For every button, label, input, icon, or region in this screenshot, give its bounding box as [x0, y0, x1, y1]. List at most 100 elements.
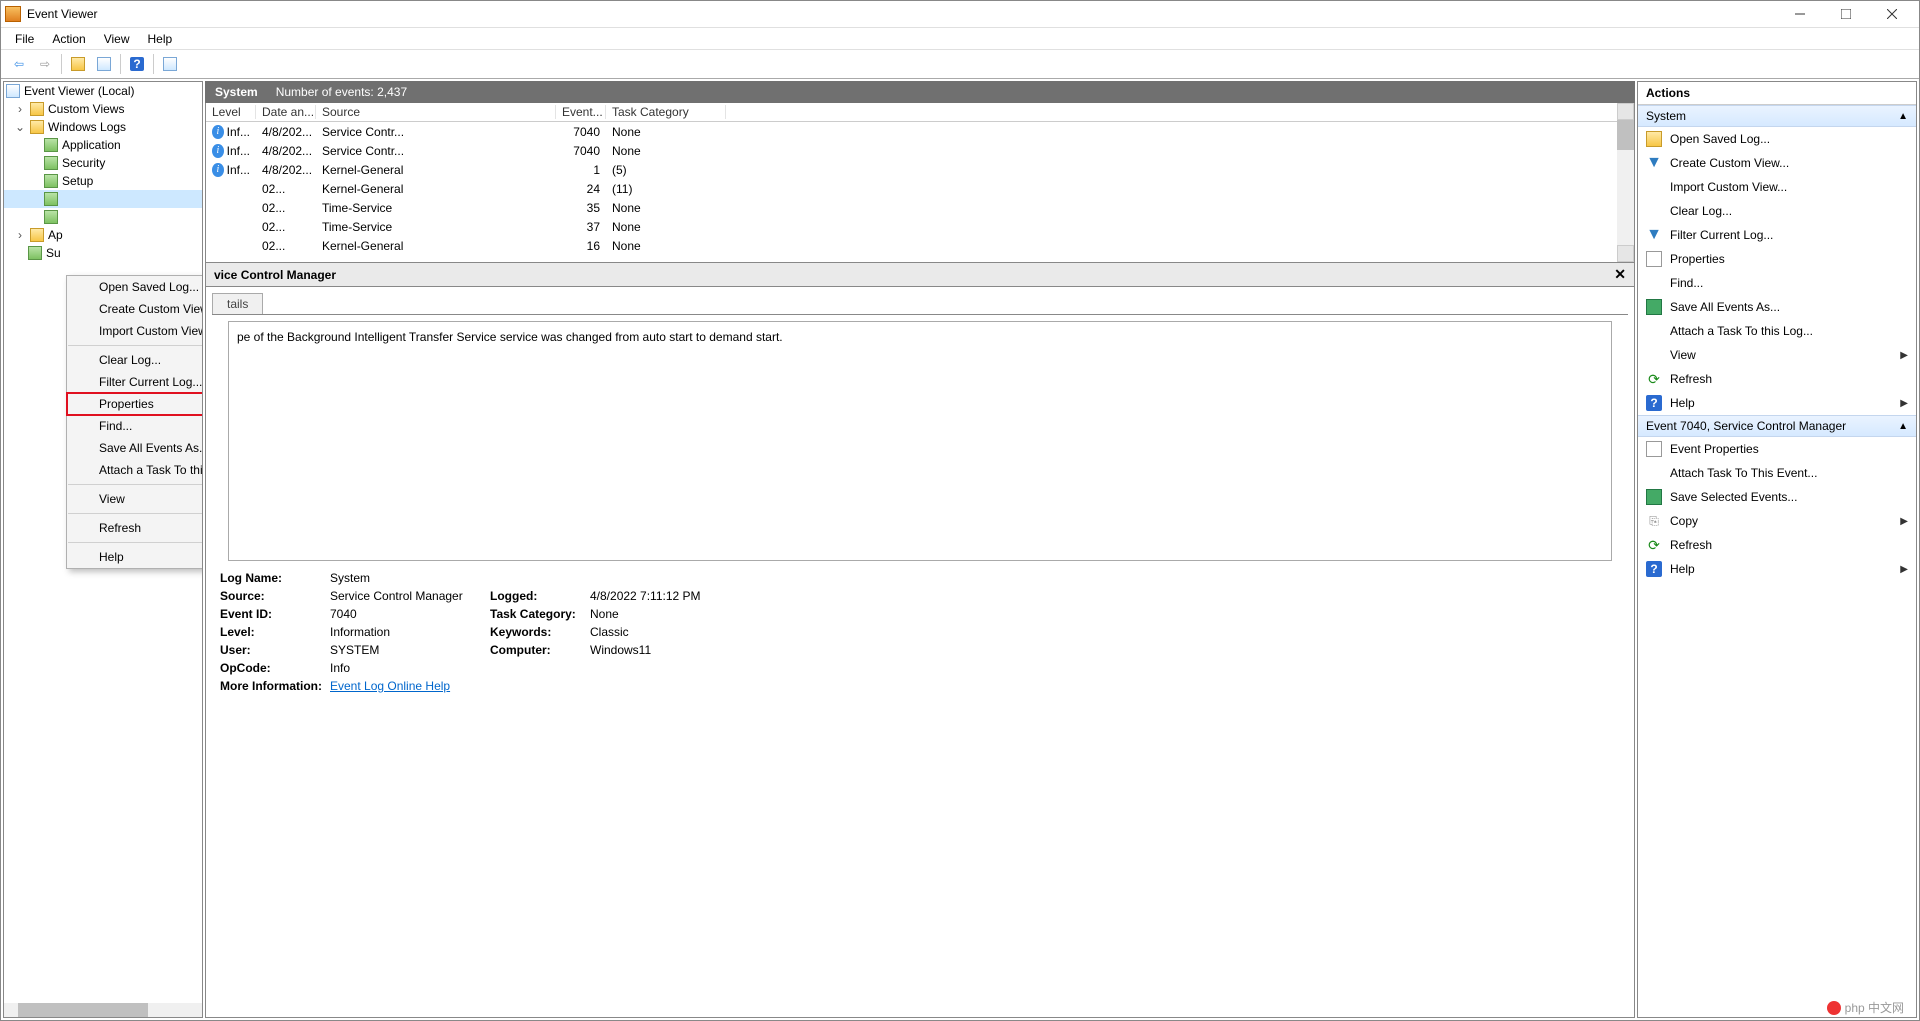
tree-pane[interactable]: Event Viewer (Local) ›Custom Views ⌄Wind…: [3, 81, 203, 1018]
tab-details[interactable]: tails: [212, 293, 263, 314]
layout-button[interactable]: [158, 52, 182, 76]
online-help-link[interactable]: Event Log Online Help: [330, 679, 450, 693]
action-refresh[interactable]: ⟳Refresh: [1638, 367, 1916, 391]
help-icon: ?: [1646, 395, 1662, 411]
tree-horizontal-scrollbar[interactable]: [4, 1003, 202, 1017]
kv-key: User:: [220, 643, 330, 657]
tree-custom-views[interactable]: ›Custom Views: [4, 100, 202, 118]
event-row[interactable]: iInf...4/8/202...Service Contr...7040Non…: [206, 141, 1617, 160]
col-date[interactable]: Date an...: [256, 105, 316, 119]
event-row[interactable]: 02...Kernel-General16None: [206, 236, 1617, 255]
kv-val: Classic: [590, 625, 790, 639]
actions-section-system[interactable]: System▲: [1638, 105, 1916, 127]
titlebar[interactable]: Event Viewer: [1, 1, 1919, 27]
cell-eventid: 16: [556, 239, 606, 253]
action-help[interactable]: ?Help▶: [1638, 557, 1916, 581]
ctx-separator: [68, 542, 203, 543]
action-refresh[interactable]: ⟳Refresh: [1638, 533, 1916, 557]
ctx-clear-log[interactable]: Clear Log...: [67, 349, 203, 371]
event-row[interactable]: iInf...4/8/202...Kernel-General1(5): [206, 160, 1617, 179]
collapse-icon[interactable]: ▲: [1898, 111, 1908, 122]
event-message-box[interactable]: pe of the Background Intelligent Transfe…: [228, 321, 1612, 561]
action-properties[interactable]: Properties: [1638, 247, 1916, 271]
ctx-save-all-events[interactable]: Save All Events As...: [67, 437, 203, 459]
grid-vertical-scrollbar[interactable]: [1617, 103, 1634, 262]
action-help[interactable]: ?Help▶: [1638, 391, 1916, 415]
show-tree-button[interactable]: [66, 52, 90, 76]
scrollbar-thumb[interactable]: [18, 1003, 148, 1017]
tree-applications-services[interactable]: ›Ap: [4, 226, 202, 244]
action-attach-task-to-this-event[interactable]: Attach Task To This Event...: [1638, 461, 1916, 485]
action-label: Attach a Task To this Log...: [1670, 324, 1813, 338]
action-create-custom-view[interactable]: ▼Create Custom View...: [1638, 151, 1916, 175]
col-eventid[interactable]: Event...: [556, 105, 606, 119]
scroll-down-icon[interactable]: [1617, 245, 1634, 262]
tree-subscriptions[interactable]: Su: [4, 244, 202, 262]
event-row[interactable]: 02...Time-Service35None: [206, 198, 1617, 217]
event-grid[interactable]: Level Date an... Source Event... Task Ca…: [205, 103, 1635, 263]
minimize-button[interactable]: [1777, 1, 1823, 27]
action-filter-current-log[interactable]: ▼Filter Current Log...: [1638, 223, 1916, 247]
blank-icon: [1646, 179, 1662, 195]
scroll-up-icon[interactable]: [1617, 103, 1634, 120]
expand-icon[interactable]: ›: [14, 102, 26, 116]
ctx-properties[interactable]: Properties: [67, 393, 203, 415]
collapse-icon[interactable]: ▲: [1898, 421, 1908, 432]
menu-file[interactable]: File: [7, 30, 42, 48]
action-label: Create Custom View...: [1670, 156, 1789, 170]
ctx-create-custom-view[interactable]: Create Custom View...: [67, 298, 203, 320]
scrollbar-thumb[interactable]: [1617, 120, 1634, 150]
col-taskcat[interactable]: Task Category: [606, 105, 726, 119]
menu-action[interactable]: Action: [44, 30, 93, 48]
tree-log-system[interactable]: [4, 190, 202, 208]
ctx-find[interactable]: Find...: [67, 415, 203, 437]
detail-close-button[interactable]: ✕: [1614, 266, 1626, 283]
ctx-view[interactable]: View▶: [67, 488, 203, 510]
ctx-open-saved-log[interactable]: Open Saved Log...: [67, 276, 203, 298]
menu-view[interactable]: View: [96, 30, 138, 48]
action-find[interactable]: Find...: [1638, 271, 1916, 295]
ctx-help[interactable]: Help▶: [67, 546, 203, 568]
action-label: Save Selected Events...: [1670, 490, 1797, 504]
grid-header-row[interactable]: Level Date an... Source Event... Task Ca…: [206, 103, 1617, 122]
action-event-properties[interactable]: Event Properties: [1638, 437, 1916, 461]
action-attach-a-task-to-this-log[interactable]: Attach a Task To this Log...: [1638, 319, 1916, 343]
properties-toolbar-button[interactable]: [92, 52, 116, 76]
expand-icon[interactable]: ›: [14, 228, 26, 242]
tree-log-forwarded[interactable]: [4, 208, 202, 226]
action-copy[interactable]: ⎘Copy▶: [1638, 509, 1916, 533]
action-view[interactable]: View▶: [1638, 343, 1916, 367]
collapse-icon[interactable]: ⌄: [14, 120, 26, 134]
action-clear-log[interactable]: Clear Log...: [1638, 199, 1916, 223]
tree-log-security[interactable]: Security: [4, 154, 202, 172]
event-row[interactable]: 02...Kernel-General24(11): [206, 179, 1617, 198]
cell-eventid: 7040: [556, 125, 606, 139]
ctx-attach-task[interactable]: Attach a Task To this Log...: [67, 459, 203, 481]
action-import-custom-view[interactable]: Import Custom View...: [1638, 175, 1916, 199]
refresh-icon: ⟳: [1646, 371, 1662, 387]
ctx-import-custom-view[interactable]: Import Custom View...: [67, 320, 203, 342]
tree-log-application[interactable]: Application: [4, 136, 202, 154]
action-save-selected-events[interactable]: Save Selected Events...: [1638, 485, 1916, 509]
col-source[interactable]: Source: [316, 105, 556, 119]
tree-windows-logs[interactable]: ⌄Windows Logs: [4, 118, 202, 136]
back-button[interactable]: ⇦: [7, 52, 31, 76]
event-row[interactable]: 02...Time-Service37None: [206, 217, 1617, 236]
ctx-filter-current-log[interactable]: Filter Current Log...: [67, 371, 203, 393]
tree-log-setup[interactable]: Setup: [4, 172, 202, 190]
kv-key: More Information:: [220, 679, 330, 693]
col-level[interactable]: Level: [206, 105, 256, 119]
help-toolbar-button[interactable]: ?: [125, 52, 149, 76]
forward-button[interactable]: ⇨: [33, 52, 57, 76]
actions-section-event[interactable]: Event 7040, Service Control Manager▲: [1638, 415, 1916, 437]
menu-help[interactable]: Help: [140, 30, 181, 48]
action-open-saved-log[interactable]: Open Saved Log...: [1638, 127, 1916, 151]
action-save-all-events-as[interactable]: Save All Events As...: [1638, 295, 1916, 319]
close-button[interactable]: [1869, 1, 1915, 27]
event-row[interactable]: iInf...4/8/202...Service Contr...7040Non…: [206, 122, 1617, 141]
maximize-button[interactable]: [1823, 1, 1869, 27]
ctx-refresh[interactable]: Refresh: [67, 517, 203, 539]
tree-root[interactable]: Event Viewer (Local): [4, 82, 202, 100]
copy-icon: ⎘: [1646, 513, 1662, 529]
cell-source: Kernel-General: [316, 163, 556, 177]
